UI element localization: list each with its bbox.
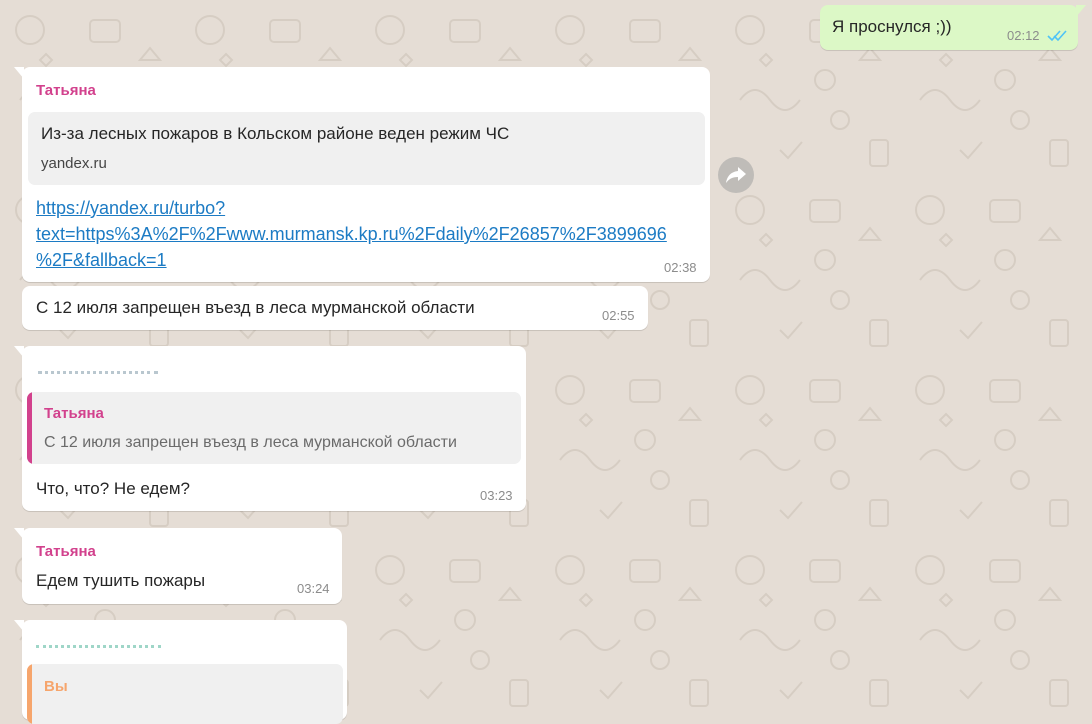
message-link[interactable]: https://yandex.ru/turbo? text=https%3A%2…	[36, 195, 706, 273]
sender-name[interactable]: Татьяна	[36, 82, 96, 99]
link-line: https://yandex.ru/turbo?	[36, 198, 226, 218]
sender-name-cropped	[38, 371, 158, 377]
message-text: Я проснулся ;))	[832, 17, 952, 36]
quote-accent-bar	[27, 392, 32, 464]
message-time: 03:24	[297, 581, 330, 596]
quote-accent-bar	[27, 664, 32, 724]
forward-button[interactable]	[718, 157, 754, 193]
message-bubble-reply[interactable]: Татьяна С 12 июля запрещен въезд в леса …	[14, 346, 526, 511]
quote-text: С 12 июля запрещен въезд в леса мурманск…	[44, 434, 457, 451]
sender-name[interactable]: Татьяна	[36, 543, 96, 560]
link-preview-title: Из-за лесных пожаров в Кольском районе в…	[41, 124, 510, 143]
link-line: text=https%3A%2F%2Fwww.murmansk.kp.ru%2F…	[36, 224, 667, 244]
message-time: 02:38	[664, 260, 697, 275]
link-preview-card[interactable]: Из-за лесных пожаров в Кольском районе в…	[28, 112, 705, 185]
quote-author: Татьяна	[44, 405, 104, 422]
link-preview-domain: yandex.ru	[41, 155, 107, 172]
message-time: 02:12	[1007, 28, 1040, 43]
link-line: %2F&fallback=1	[36, 250, 167, 270]
forward-icon	[726, 167, 746, 183]
sender-name-cropped	[36, 645, 161, 651]
quoted-message[interactable]: Татьяна С 12 июля запрещен въезд в леса …	[27, 392, 521, 464]
message-bubble-reply[interactable]: Вы	[14, 620, 347, 724]
message-time: 02:55	[602, 308, 635, 323]
double-check-read-icon	[1047, 29, 1069, 47]
message-text: Что, что? Не едем?	[36, 479, 190, 498]
message-bubble-outgoing[interactable]: Я проснулся ;)) 02:12	[820, 5, 1086, 50]
quoted-message[interactable]: Вы	[27, 664, 343, 724]
message-bubble-text[interactable]: Татьяна Едем тушить пожары 03:24	[14, 528, 342, 604]
message-text: Едем тушить пожары	[36, 571, 206, 590]
message-bubble-text[interactable]: С 12 июля запрещен въезд в леса мурманск…	[22, 286, 648, 330]
message-text: С 12 июля запрещен въезд в леса мурманск…	[36, 298, 475, 317]
message-time: 03:23	[480, 488, 513, 503]
quote-author: Вы	[44, 678, 68, 695]
message-bubble-link[interactable]: Татьяна Из-за лесных пожаров в Кольском …	[14, 67, 710, 282]
